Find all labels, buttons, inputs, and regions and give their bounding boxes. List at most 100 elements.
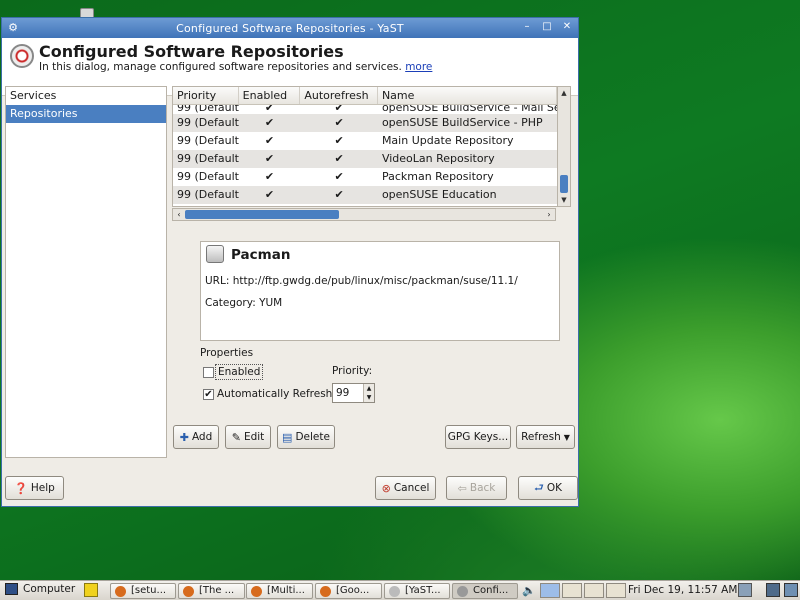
workspace-4[interactable] — [606, 583, 626, 598]
table-row[interactable]: 99 (Default) ✔ ✔ Packman Repository — [173, 168, 557, 186]
properties-label: Properties — [200, 347, 254, 359]
cell-name: openSUSE BuildService - Mail Serv — [381, 105, 557, 114]
check-icon: ✔ — [264, 134, 275, 147]
table-row[interactable]: 99 (Default) ✔ ✔ openSUSE BuildService -… — [173, 105, 557, 114]
workspace-2[interactable] — [562, 583, 582, 598]
table-row[interactable]: 99 (Default) ✔ ✔ openSUSE Education — [173, 186, 557, 204]
repository-category: Category: YUM — [205, 297, 283, 309]
cancel-icon: ⊗ — [381, 481, 391, 495]
priority-value[interactable]: 99 — [336, 387, 349, 399]
scrollbar-thumb[interactable] — [560, 175, 568, 193]
scroll-right-icon[interactable]: › — [543, 209, 555, 220]
gpg-keys-button[interactable]: GPG Keys... — [445, 425, 511, 449]
workspace-3[interactable] — [584, 583, 604, 598]
cell-name: openSUSE Education — [381, 188, 497, 201]
table-row[interactable]: 99 (Default) ✔ ✔ VideoLan Repository — [173, 150, 557, 168]
edit-icon: ✎ — [231, 430, 241, 444]
clock[interactable]: Fri Dec 19, 11:57 AM — [628, 584, 737, 596]
check-icon: ✔ — [334, 116, 344, 129]
taskbar-item[interactable]: [YaST... — [384, 583, 450, 599]
scrollbar-thumb[interactable] — [185, 210, 339, 219]
enabled-label[interactable]: Enabled — [215, 364, 264, 380]
column-name[interactable]: Name — [378, 87, 557, 104]
priority-label: Priority: — [332, 365, 373, 377]
help-button[interactable]: ❓ Help — [5, 476, 64, 500]
table-row[interactable]: 99 (Default) ✔ ✔ openSUSE BuildService -… — [173, 114, 557, 132]
table-row[interactable]: 99 (Default) ✔ ✔ Main Update Repository — [173, 132, 557, 150]
refresh-menu-button[interactable]: Refresh ▼ — [516, 425, 575, 449]
volume-icon[interactable]: 🔈 — [522, 584, 536, 597]
repository-icon — [206, 245, 224, 263]
close-icon[interactable]: ✕ — [560, 20, 574, 34]
repositories-table: Priority Enabled Autorefresh Name 99 (De… — [172, 86, 558, 207]
maximize-icon[interactable]: □ — [540, 20, 554, 34]
sidebar-item-services[interactable]: Services — [6, 87, 166, 105]
ok-button[interactable]: ⮐ OK — [518, 476, 578, 500]
computer-icon — [5, 583, 18, 595]
cell-priority: 99 (Default) — [177, 188, 239, 201]
cell-name: Packman Repository — [381, 170, 494, 183]
plus-icon: ✚ — [179, 430, 189, 444]
firefox-icon — [183, 586, 194, 597]
taskbar-item[interactable]: Confi... — [452, 583, 518, 599]
scroll-left-icon[interactable]: ‹ — [173, 209, 185, 220]
repository-details: Pacman URL: http://ftp.gwdg.de/pub/linux… — [200, 241, 560, 341]
computer-menu-button[interactable]: Computer — [5, 583, 75, 595]
sidebar: Services Repositories — [5, 86, 167, 458]
table-vertical-scrollbar[interactable]: ▲ ▼ — [557, 86, 571, 207]
check-icon: ✔ — [334, 105, 344, 114]
page-subtitle: In this dialog, manage configured softwa… — [39, 61, 432, 73]
workspace-1[interactable] — [540, 583, 560, 598]
yast-icon — [389, 586, 400, 597]
notes-icon[interactable] — [84, 583, 98, 597]
network-icon[interactable] — [738, 583, 752, 597]
taskbar-item[interactable]: [Goo... — [315, 583, 382, 599]
cell-priority: 99 (Default) — [177, 105, 239, 114]
delete-button[interactable]: ▤ Delete — [277, 425, 335, 449]
check-icon: ✔ — [334, 134, 344, 147]
check-icon: ✔ — [334, 152, 344, 165]
delete-icon: ▤ — [282, 430, 293, 444]
help-icon: ❓ — [14, 481, 28, 495]
cancel-button[interactable]: ⊗ Cancel — [375, 476, 436, 500]
column-enabled[interactable]: Enabled — [239, 87, 301, 104]
taskbar: Computer [setu... [The ... [Multi... [Go… — [0, 580, 800, 600]
priority-stepper[interactable]: 99 ▲ ▼ — [332, 383, 375, 403]
cell-name: openSUSE BuildService - PHP — [381, 116, 543, 129]
yast-window: ⚙ Configured Software Repositories - YaS… — [1, 17, 579, 507]
minimize-icon[interactable]: – — [520, 20, 534, 34]
firefox-icon — [320, 586, 331, 597]
sidebar-item-repositories[interactable]: Repositories — [6, 105, 166, 123]
display-icon[interactable] — [766, 583, 780, 597]
check-icon: ✔ — [264, 105, 275, 114]
table-horizontal-scrollbar[interactable]: ‹ › — [172, 208, 556, 221]
scroll-down-icon[interactable]: ▼ — [558, 194, 570, 206]
column-autorefresh[interactable]: Autorefresh — [300, 87, 378, 104]
check-icon: ✔ — [334, 188, 344, 201]
cell-name: Main Update Repository — [381, 134, 514, 147]
column-priority[interactable]: Priority — [173, 87, 239, 104]
cell-priority: 99 (Default) — [177, 152, 239, 165]
more-link[interactable]: more — [405, 61, 432, 73]
check-icon: ✔ — [264, 152, 275, 165]
taskbar-item[interactable]: [The ... — [178, 583, 245, 599]
window-icon — [115, 586, 126, 597]
add-button[interactable]: ✚ Add — [173, 425, 219, 449]
check-icon: ✔ — [264, 170, 275, 183]
scroll-up-icon[interactable]: ▲ — [558, 87, 570, 99]
titlebar[interactable]: ⚙ Configured Software Repositories - YaS… — [2, 18, 578, 38]
autorefresh-label[interactable]: Automatically Refresh — [217, 388, 332, 400]
subtitle-text: In this dialog, manage configured softwa… — [39, 61, 402, 73]
autorefresh-checkbox[interactable]: ✔ — [203, 389, 214, 400]
back-button[interactable]: ⇦ Back — [446, 476, 507, 500]
stepper-arrows-icon[interactable]: ▲ ▼ — [363, 384, 374, 402]
cell-priority: 99 (Default) — [177, 170, 239, 183]
ok-arrow-icon: ⮐ — [533, 480, 544, 494]
taskbar-item[interactable]: [setu... — [110, 583, 176, 599]
taskbar-item[interactable]: [Multi... — [246, 583, 313, 599]
show-desktop-icon[interactable] — [784, 583, 798, 597]
check-icon: ✔ — [264, 188, 275, 201]
enabled-checkbox[interactable] — [203, 367, 214, 378]
edit-button[interactable]: ✎ Edit — [225, 425, 271, 449]
repository-disc-icon — [10, 44, 34, 68]
